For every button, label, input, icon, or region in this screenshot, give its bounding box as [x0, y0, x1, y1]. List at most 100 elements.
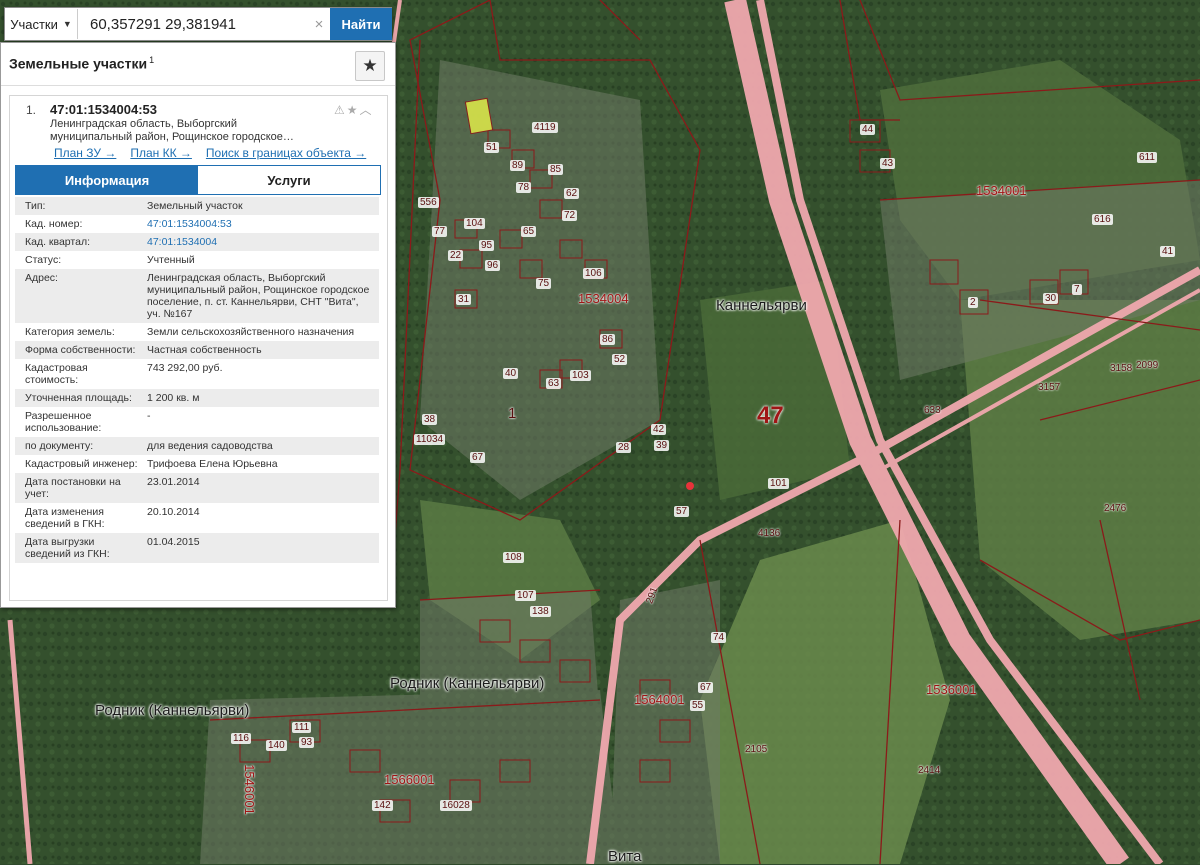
parcel-number: 55 — [690, 700, 706, 711]
info-key: Дата постановки на учет: — [25, 476, 121, 500]
info-key: Адрес: — [25, 272, 58, 284]
parcel-number: 101 — [768, 478, 789, 489]
info-value: Частная собственность — [147, 344, 262, 356]
info-value: 01.04.2015 — [147, 536, 200, 548]
info-key: Форма собственности: — [25, 344, 136, 356]
parcel-number: 67 — [698, 682, 714, 693]
info-key: Дата изменения сведений в ГКН: — [25, 506, 105, 530]
star-icon: ★ — [362, 56, 378, 75]
parcel-number: 95 — [479, 240, 495, 251]
parcel-number: 44 — [860, 124, 876, 135]
quarter-label: 1566001 — [384, 772, 435, 787]
parcel-number: 611 — [1137, 152, 1157, 163]
parcel-number: 616 — [1092, 214, 1113, 225]
chevron-down-icon: ▼ — [62, 19, 72, 29]
parcel-number: 138 — [530, 606, 551, 617]
settlement-label-rodnik-1: Родник (Каннельярви) — [390, 675, 545, 692]
search-input[interactable] — [78, 9, 308, 39]
plan-zu-link[interactable]: План ЗУ → — [54, 146, 116, 160]
parcel-number: 116 — [231, 733, 251, 744]
parcel-number: 7 — [1072, 284, 1082, 295]
district-label: 47 — [757, 402, 784, 429]
info-row: Форма собственности: Частная собственност… — [15, 341, 379, 359]
clear-icon[interactable]: × — [308, 16, 330, 33]
parcel-number: 96 — [485, 260, 501, 271]
info-key: Тип: — [25, 200, 46, 212]
panel-title-text: Земельные участки — [9, 55, 148, 72]
settlement-label-vita: Вита — [608, 848, 642, 865]
info-value: 20.10.2014 — [147, 506, 200, 518]
info-value: 743 292,00 руб. — [147, 362, 223, 374]
layer-dropdown-label: Участки — [10, 16, 58, 32]
info-row: Кадастровый инженер: Трифоева Елена Юрьев… — [15, 455, 379, 473]
parcel-address-short: Ленинградская область, Выборгский муници… — [50, 118, 294, 143]
parcel-number: 51 — [484, 142, 500, 153]
plan-kk-link[interactable]: План КК → — [130, 146, 192, 160]
info-key: Дата выгрузки сведений из ГКН: — [25, 536, 110, 560]
parcel-number: 140 — [266, 740, 287, 751]
chevron-up-icon[interactable]: ︿ — [360, 103, 374, 117]
parcel-number: 4136 — [758, 528, 781, 539]
quarter-label: 1536001 — [926, 682, 977, 697]
info-row: Кад. номер: 47:01:1534004:53 — [15, 215, 379, 233]
parcel-number: 57 — [674, 506, 690, 517]
tab-services[interactable]: Услуги — [198, 166, 380, 194]
parcel-number: 3157 — [1038, 382, 1061, 393]
parcel-number: 104 — [464, 218, 485, 229]
settlement-label-rodnik-2: Родник (Каннельярви) — [95, 702, 250, 719]
search-in-bounds-link[interactable]: Поиск в границах объекта → — [206, 146, 366, 160]
info-key: по документу: — [25, 440, 94, 452]
divider — [1, 85, 395, 86]
parcel-number: 4119 — [532, 122, 558, 133]
quarter-label: 1546001 — [241, 764, 257, 815]
parcel-number: 63 — [546, 378, 562, 389]
parcel-number: 103 — [570, 370, 591, 381]
panel-title: Земельные участки 1 — [9, 55, 154, 72]
parcel-number: 108 — [503, 552, 524, 563]
parcel-number: 106 — [583, 268, 604, 279]
parcel-number: 111 — [292, 722, 312, 733]
info-key: Кад. квартал: — [25, 236, 90, 248]
parcel-number: 22 — [448, 250, 464, 261]
parcel-number: 107 — [515, 590, 536, 601]
info-row: Тип: Земельный участок — [15, 197, 379, 215]
info-row: Категория земель: Земли сельскохозяйствен… — [15, 323, 379, 341]
info-value: Земельный участок — [147, 200, 243, 212]
info-row: Статус: Учтенный — [15, 251, 379, 269]
cad-quarter-link[interactable]: 47:01:1534004 — [138, 236, 379, 248]
parcel-number: 39 — [654, 440, 670, 451]
info-value: для ведения садоводства — [147, 440, 273, 452]
parcel-number: 2414 — [918, 765, 941, 776]
find-button[interactable]: Найти — [330, 8, 392, 40]
cadastral-number[interactable]: 47:01:1534004:53 — [50, 102, 157, 117]
info-key: Кадастровый инженер: — [25, 458, 138, 470]
favorite-star-button[interactable]: ★ — [355, 51, 385, 81]
star-outline-icon[interactable]: ★ — [347, 103, 360, 117]
info-row: Разрешенное использование: - — [15, 407, 379, 437]
info-key: Уточненная площадь: — [25, 392, 132, 404]
info-key: Кадастровая стоимость: — [25, 362, 88, 386]
info-key: Кад. номер: — [25, 218, 83, 230]
parcel-number: 2 — [968, 297, 978, 308]
parcel-number: 93 — [299, 737, 315, 748]
parcel-number: 67 — [470, 452, 486, 463]
cad-number-link[interactable]: 47:01:1534004:53 — [138, 218, 379, 230]
info-row: Адрес: Ленинградская область, Выборгский … — [15, 269, 379, 323]
parcel-number: 43 — [880, 158, 896, 169]
result-count: 1 — [149, 55, 155, 65]
tab-information[interactable]: Информация — [16, 166, 198, 194]
parcel-number: 89 — [510, 160, 526, 171]
info-value: 1 200 кв. м — [147, 392, 200, 404]
warning-icon[interactable]: ⚠ — [334, 103, 347, 117]
quarter-label: 1564001 — [634, 692, 685, 707]
info-key: Статус: — [25, 254, 62, 266]
quarter-label: 1534001 — [976, 183, 1027, 198]
info-value: - — [147, 410, 151, 422]
info-row: Уточненная площадь: 1 200 кв. м — [15, 389, 379, 407]
search-bar: Участки ▼ × Найти — [4, 7, 392, 41]
info-value: Трифоева Елена Юрьевна — [147, 458, 278, 470]
info-row: Дата изменения сведений в ГКН: 20.10.2014 — [15, 503, 379, 533]
card-tabs: Информация Услуги — [15, 165, 381, 195]
parcel-number: 28 — [616, 442, 632, 453]
layer-dropdown[interactable]: Участки ▼ — [5, 9, 78, 39]
